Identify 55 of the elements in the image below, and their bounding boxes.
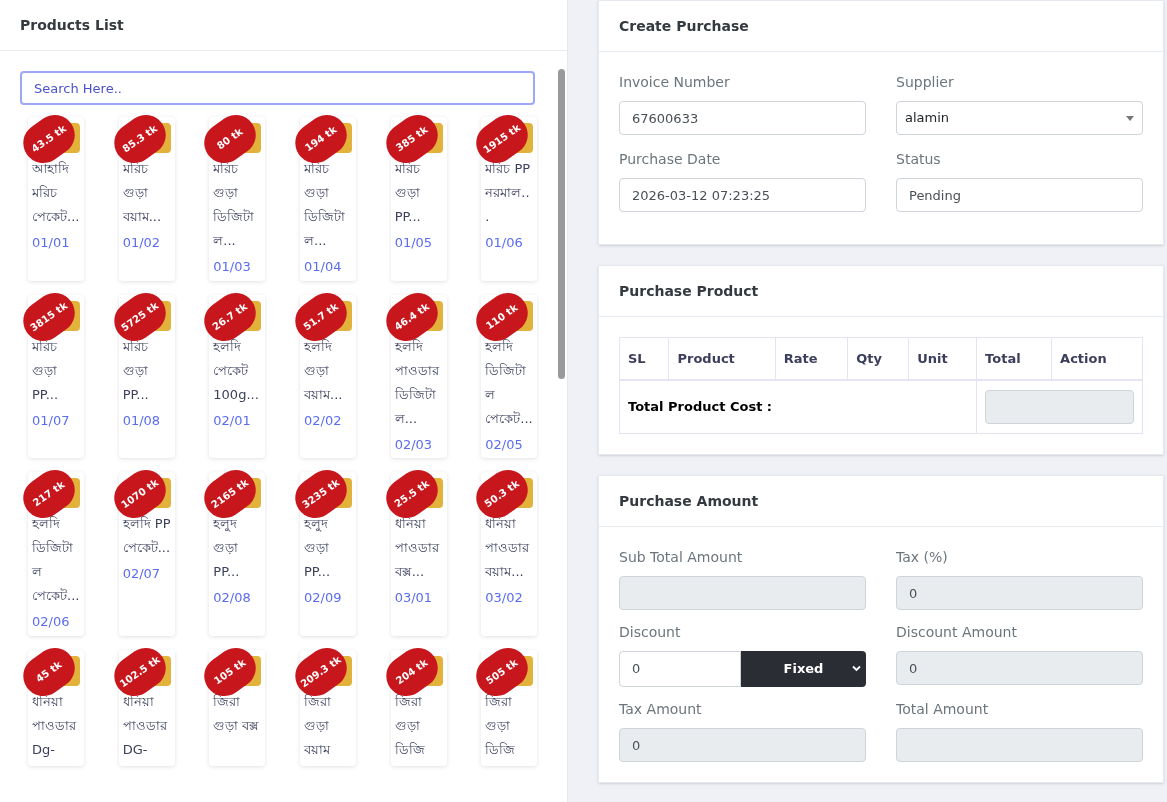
column-header: Action: [1051, 337, 1143, 380]
field-label: Invoice Number: [619, 73, 730, 92]
column-header: Qty: [847, 337, 909, 380]
field-label: Discount: [619, 623, 681, 642]
column-header: SL: [619, 337, 669, 380]
column-header: Total: [976, 337, 1052, 380]
scrollbar-thumb[interactable]: [557, 69, 565, 379]
text-field[interactable]: 2026-03-12 07:23:25: [619, 178, 866, 212]
card-title: Purchase Product: [619, 281, 759, 301]
discount-type-select[interactable]: Fixed: [741, 651, 866, 687]
product-code: 02/08: [213, 589, 252, 607]
text-field[interactable]: 0: [896, 576, 1143, 610]
product-code: 01/07: [32, 411, 71, 430]
product-code: 02/02: [304, 411, 343, 430]
caret-icon: [1126, 115, 1134, 121]
field-label: Sub Total Amount: [619, 548, 743, 567]
field-label: Discount Amount: [896, 623, 1017, 642]
panel-title: Products List: [20, 15, 124, 35]
product-code: 02/06: [32, 613, 71, 631]
field-label: Tax Amount: [619, 700, 702, 719]
product-code: 01/08: [122, 411, 162, 430]
column-header: Unit: [908, 337, 977, 380]
discount-field[interactable]: 0: [619, 651, 741, 687]
product-code: 01/06: [485, 234, 524, 252]
product-code: 02/03: [394, 435, 434, 454]
card-title: Create Purchase: [619, 16, 749, 36]
column-header: Rate: [775, 337, 848, 380]
supplier-select[interactable]: alamin: [896, 101, 1143, 135]
product-code: 01/01: [32, 234, 71, 252]
field-label: Purchase Date: [619, 150, 721, 169]
column-header: Product: [669, 337, 776, 380]
text-field[interactable]: 0: [896, 651, 1143, 685]
text-field[interactable]: [896, 728, 1143, 762]
field-label: Status: [896, 150, 941, 169]
card-title: Purchase Amount: [619, 491, 759, 511]
chevron-down-icon: [852, 665, 861, 672]
text-field[interactable]: Pending: [896, 178, 1143, 212]
total-label: Total Product Cost :: [619, 379, 977, 434]
search-field[interactable]: Search Here..: [20, 71, 535, 105]
product-code: 02/01: [213, 411, 252, 430]
product-code: 03/02: [485, 589, 524, 607]
field-label: Tax (%): [896, 548, 948, 567]
text-field[interactable]: [619, 576, 866, 610]
field-label: Supplier: [896, 73, 954, 92]
product-code: 01/03: [213, 258, 252, 276]
product-code: 01/02: [122, 234, 162, 252]
product-code: 02/07: [122, 565, 162, 583]
product-code: 01/05: [394, 234, 434, 252]
product-code: 01/04: [304, 258, 343, 276]
product-code: 03/01: [394, 589, 434, 607]
text-field[interactable]: 67600633: [619, 101, 866, 135]
field-label: Total Amount: [896, 700, 989, 719]
product-code: 02/05: [485, 435, 524, 454]
text-field[interactable]: 0: [619, 728, 866, 762]
product-code: 02/09: [304, 589, 343, 607]
